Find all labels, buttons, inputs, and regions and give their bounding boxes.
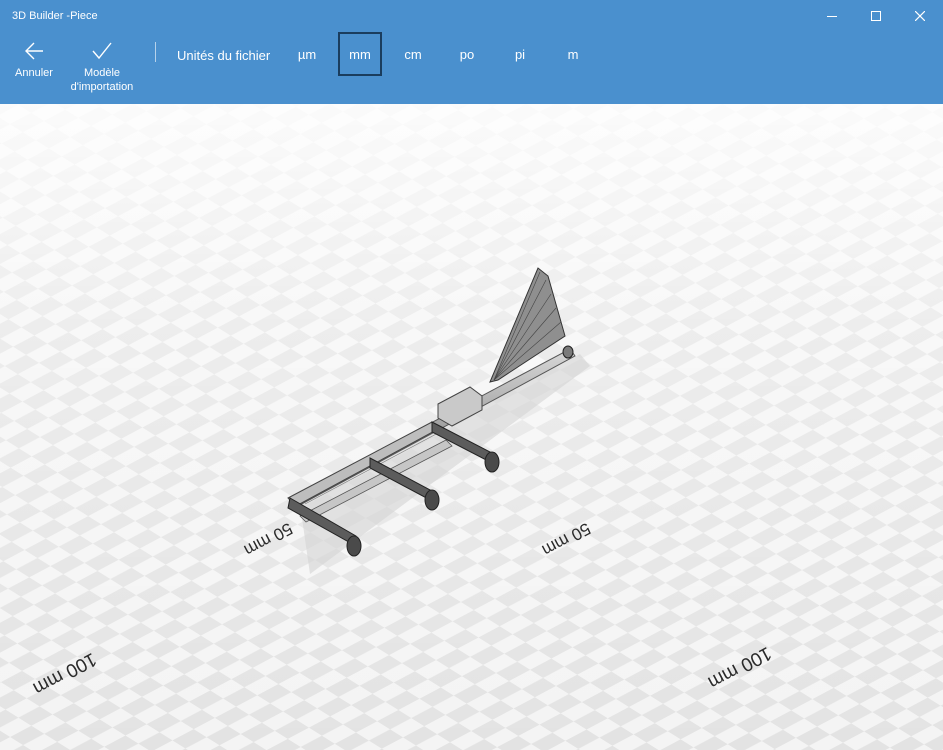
toolbar-divider [155, 42, 156, 62]
window-title: 3D Builder -Piece [12, 10, 98, 22]
import-label-line2: d'importation [70, 81, 134, 93]
cancel-label: Annuler [15, 67, 53, 79]
maximize-icon [871, 11, 881, 21]
minimize-button[interactable] [809, 0, 855, 32]
close-icon [915, 11, 925, 21]
unit-inch-button[interactable]: po [445, 32, 489, 76]
checkmark-icon [92, 42, 112, 60]
back-arrow-icon [25, 42, 43, 60]
unit-millimeter-button[interactable]: mm [338, 32, 382, 76]
import-label-line1: Modèle [83, 67, 121, 79]
maximize-button[interactable] [853, 0, 899, 32]
title-bar[interactable]: 3D Builder -Piece [0, 0, 943, 32]
import-toolbar: Annuler Modèle d'importation Unités du f… [0, 32, 943, 104]
file-units-label: Unités du fichier [177, 48, 271, 63]
import-model-button[interactable]: Modèle d'importation [64, 40, 140, 94]
unit-micrometer-button[interactable]: µm [285, 32, 329, 76]
unit-centimeter-button[interactable]: cm [391, 32, 435, 76]
cancel-button[interactable]: Annuler [8, 40, 60, 80]
minimize-icon [827, 16, 837, 17]
unit-foot-button[interactable]: pi [498, 32, 542, 76]
app-window: 3D Builder -Piece Annuler Modèle d'impor… [0, 0, 943, 750]
3d-viewport[interactable]: 50 mm 50 mm 100 mm 100 mm [0, 104, 943, 750]
close-button[interactable] [897, 0, 943, 32]
build-plate-canvas [0, 104, 943, 750]
unit-meter-button[interactable]: m [551, 32, 595, 76]
